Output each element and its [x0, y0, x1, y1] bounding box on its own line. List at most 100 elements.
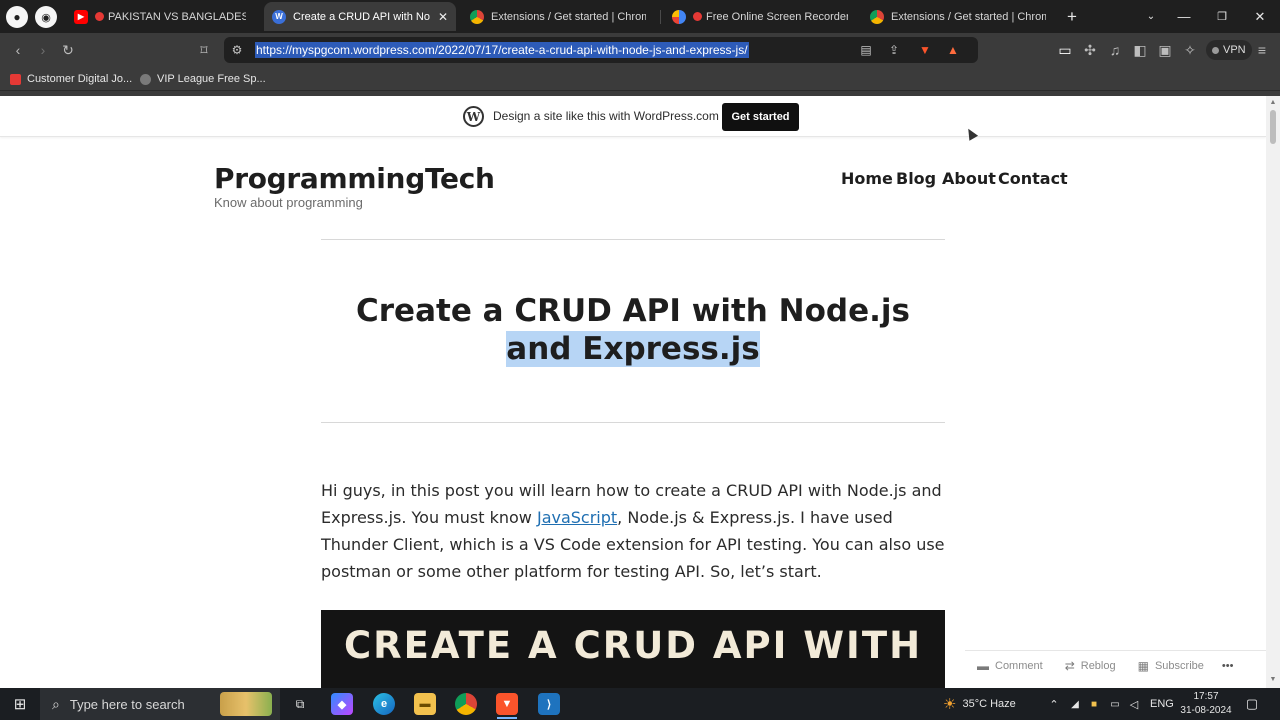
header-divider — [321, 239, 945, 240]
hamburger-menu-icon[interactable]: ≡ — [1252, 40, 1272, 60]
tray-overflow-icon[interactable]: ⌃ — [1048, 688, 1060, 720]
scroll-down-icon[interactable]: ▼ — [1268, 676, 1278, 684]
scroll-up-icon[interactable]: ▲ — [1268, 99, 1278, 107]
leo-ai-icon[interactable]: ✧ — [1180, 40, 1200, 60]
clock-date: 31-08-2024 — [1180, 705, 1232, 716]
clock-time: 17:57 — [1193, 691, 1219, 702]
live-indicator-icon — [95, 12, 104, 21]
site-settings-icon[interactable]: ⚙ — [228, 41, 246, 59]
close-window-icon[interactable]: ✕ — [1240, 0, 1280, 33]
scroll-thumb[interactable] — [1270, 110, 1276, 144]
security-icon[interactable]: ■ — [1088, 688, 1100, 720]
nav-about[interactable]: About — [942, 169, 996, 188]
recording-indicator-icon — [693, 12, 702, 21]
github-icon[interactable]: ◉ — [35, 6, 57, 28]
reblog-button[interactable]: ⇄ Reblog — [1065, 659, 1116, 673]
subscribe-icon: ▦ — [1137, 658, 1149, 673]
bookmark-customer-digital[interactable]: Customer Digital Jo... — [10, 71, 132, 87]
vpn-label: VPN — [1223, 44, 1246, 56]
brave-rewards-icon[interactable]: ▲ — [944, 41, 962, 59]
vpn-button[interactable]: VPN — [1206, 40, 1252, 60]
battery-icon[interactable]: ▭ — [1108, 688, 1122, 720]
tab-youtube[interactable]: ▶ PAKISTAN VS BANGLADESH: BA — [66, 2, 254, 31]
tab-extensions[interactable]: Extensions / Get started | Chrome — [462, 2, 654, 31]
browser-toolbar: ‹ › ↻ ⌑ ⚙ https://myspgcom.wordpress.com… — [0, 33, 1280, 67]
media-icon[interactable]: ♫ — [1105, 40, 1125, 60]
screen-recorder-icon — [672, 9, 686, 24]
wordpress-logo-icon: W — [463, 106, 484, 127]
comment-icon: ▬ — [977, 658, 989, 673]
minimize-icon[interactable]: — — [1164, 0, 1204, 33]
tab-divider — [660, 10, 661, 24]
nav-contact[interactable]: Contact — [998, 169, 1068, 188]
brave-taskbar-icon[interactable]: ▼ — [496, 693, 518, 715]
taskbar-search[interactable]: ⌕ Type here to search — [40, 688, 280, 720]
network-icon[interactable]: ◢ — [1069, 688, 1081, 720]
page-scrollbar[interactable]: ▲ ▼ — [1266, 96, 1280, 688]
vscode-icon[interactable]: ⟩ — [538, 693, 560, 715]
tab-title: PAKISTAN VS BANGLADESH: BA — [108, 10, 246, 23]
clock[interactable]: 17:57 31-08-2024 — [1178, 688, 1234, 720]
tab-crud-api[interactable]: W Create a CRUD API with Node.js ✕ — [264, 2, 456, 31]
brave-shields-icon[interactable]: ▼ — [916, 41, 934, 59]
bookmark-label: VIP League Free Sp... — [157, 73, 266, 85]
javascript-link[interactable]: JavaScript — [537, 508, 617, 527]
post-intro-paragraph: Hi guys, in this post you will learn how… — [321, 477, 945, 585]
windows-start-icon[interactable]: ⊞ — [8, 692, 32, 716]
tab-title: Create a CRUD API with Node.js — [293, 10, 430, 23]
chrome-icon — [470, 9, 484, 24]
web-page: W Design a site like this with WordPress… — [0, 96, 1266, 688]
nav-home[interactable]: Home — [841, 169, 893, 188]
back-icon[interactable]: ‹ — [8, 40, 28, 60]
featured-image-text: CREATE A CRUD API WITH — [343, 624, 923, 667]
tab-extensions-2[interactable]: Extensions / Get started | Chrome — [862, 2, 1054, 31]
nav-blog[interactable]: Blog — [896, 169, 936, 188]
puzzle-extensions-icon[interactable]: ✣ — [1080, 40, 1100, 60]
browser-tab-bar: ● ◉ ▶ PAKISTAN VS BANGLADESH: BA W Creat… — [0, 0, 1280, 33]
wordpress-promo-bar: W Design a site like this with WordPress… — [0, 96, 1266, 137]
youtube-icon: ▶ — [74, 9, 88, 24]
weather-widget[interactable]: ☀ 35°C Haze — [943, 688, 1016, 720]
bookmark-icon[interactable]: ⌑ — [194, 40, 214, 60]
bookmark-vip-league[interactable]: VIP League Free Sp... — [140, 71, 266, 87]
share-icon[interactable]: ⇪ — [885, 41, 903, 59]
extension-icon[interactable]: ▭ — [1055, 40, 1075, 60]
tab-title: Extensions / Get started | Chrome — [891, 10, 1046, 23]
chrome-icon — [870, 9, 884, 24]
url-text[interactable]: https://myspgcom.wordpress.com/2022/07/1… — [255, 42, 749, 58]
brave-active-indicator — [497, 717, 517, 719]
file-explorer-icon[interactable]: ▬ — [414, 693, 436, 715]
tab-screen-recorder[interactable]: Free Online Screen Recorder — [664, 2, 856, 31]
wallet-icon[interactable]: ▣ — [1155, 40, 1175, 60]
new-tab-icon[interactable]: + — [1061, 6, 1083, 28]
chrome-taskbar-icon[interactable] — [455, 693, 477, 715]
post-title-line-2: and Express.js — [506, 331, 760, 367]
edge-icon[interactable]: e — [373, 693, 395, 715]
close-tab-icon[interactable]: ✕ — [430, 10, 448, 24]
subscribe-button[interactable]: ▦ Subscribe — [1138, 659, 1204, 673]
forward-icon[interactable]: › — [33, 40, 53, 60]
get-started-button[interactable]: Get started — [722, 103, 799, 131]
volume-icon[interactable]: ◁ — [1127, 688, 1141, 720]
reader-mode-icon[interactable]: ▤ — [857, 41, 875, 59]
bookmark-favicon-icon — [10, 73, 21, 85]
windows-taskbar: ⊞ ⌕ Type here to search ⧉ ◆ e ▬ ▼ ⟩ ☀ 35… — [0, 688, 1280, 720]
copilot-icon[interactable]: ◆ — [331, 693, 353, 715]
task-view-icon[interactable]: ⧉ — [289, 692, 311, 716]
sidebar-icon[interactable]: ◧ — [1130, 40, 1150, 60]
comment-button[interactable]: ▬ Comment — [977, 659, 1043, 673]
reblog-icon: ⇄ — [1064, 658, 1075, 673]
tab-title: Free Online Screen Recorder — [706, 10, 848, 23]
site-title[interactable]: ProgrammingTech — [214, 162, 495, 195]
weather-text: 35°C Haze — [962, 698, 1016, 710]
notifications-icon[interactable]: ▢ — [1244, 688, 1260, 720]
language-indicator[interactable]: ENG — [1150, 688, 1174, 720]
comment-label: Comment — [995, 659, 1043, 672]
more-actions-button[interactable]: ••• — [1222, 660, 1234, 672]
reload-icon[interactable]: ↻ — [58, 40, 78, 60]
restore-icon[interactable]: ❐ — [1202, 0, 1242, 33]
tab-title: Extensions / Get started | Chrome — [491, 10, 646, 23]
haze-weather-icon: ☀ — [943, 696, 957, 713]
browser-menu-icon[interactable]: ● — [6, 6, 28, 28]
address-bar[interactable]: ⚙ https://myspgcom.wordpress.com/2022/07… — [224, 37, 978, 63]
